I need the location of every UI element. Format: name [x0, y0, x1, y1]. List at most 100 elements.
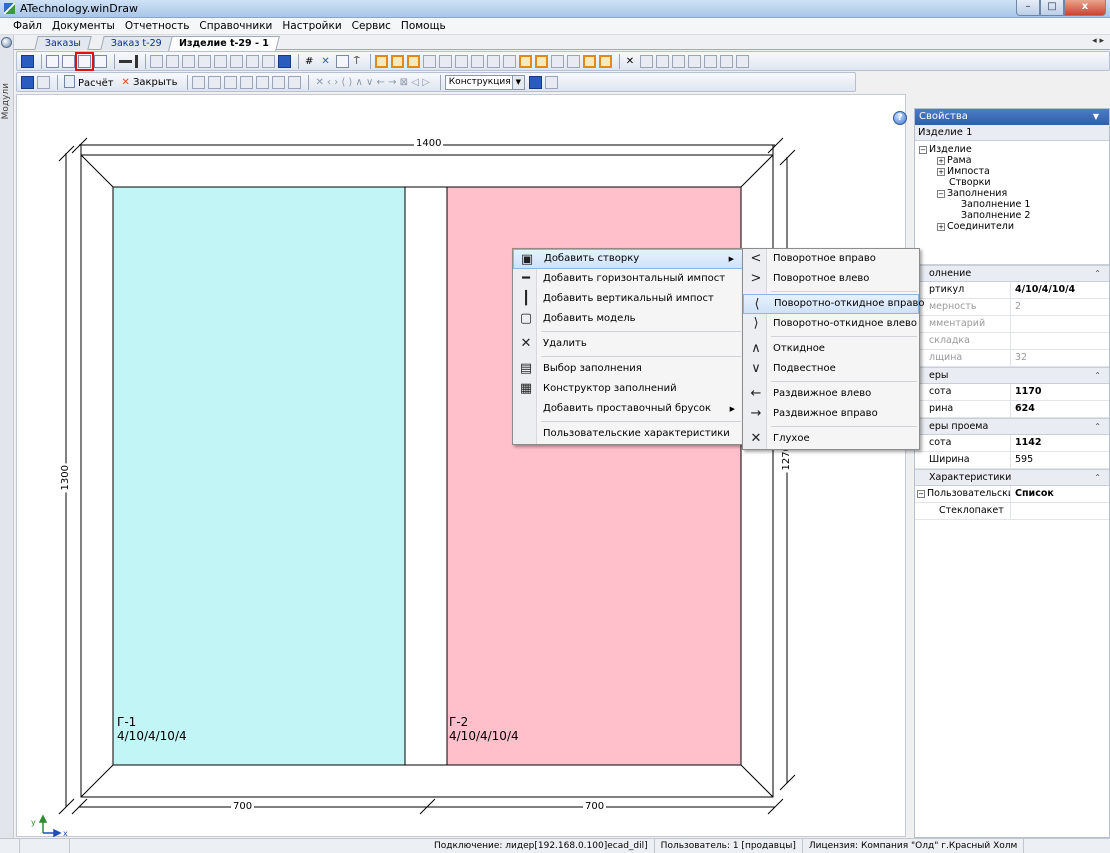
- prop-value[interactable]: 624: [1011, 401, 1109, 417]
- shape-tool-icon-5[interactable]: [736, 54, 750, 68]
- tree-node-imposts[interactable]: + Импоста: [937, 166, 990, 177]
- collapse-chevron-icon[interactable]: ⌃: [1094, 419, 1101, 435]
- menu-item-5[interactable]: ✕ Удалить: [513, 334, 743, 354]
- menu-documents[interactable]: Документы: [47, 20, 120, 32]
- dropdown-icon[interactable]: ▼: [1093, 109, 1099, 125]
- bracket-mid-tool-icon[interactable]: [182, 54, 195, 68]
- submenu-item-9[interactable]: ← Раздвижное влево: [743, 384, 919, 404]
- view-tool-icon[interactable]: [528, 75, 542, 89]
- menu-file[interactable]: Файл: [8, 20, 47, 32]
- frame-open-tool-icon[interactable]: [94, 54, 107, 68]
- modules-label[interactable]: Модули: [1, 83, 11, 119]
- prop-layout[interactable]: складка: [915, 333, 1109, 350]
- tree-node-sashes[interactable]: Створки: [949, 177, 991, 188]
- align-tool-icon-6[interactable]: [272, 75, 286, 89]
- tree-node-fill-2[interactable]: Заполнение 2: [961, 210, 1030, 221]
- submenu-item-10[interactable]: → Раздвижное вправо: [743, 404, 919, 424]
- arch-tool-icon[interactable]: [150, 54, 163, 68]
- prop-glass-unit[interactable]: Стеклопакет: [915, 503, 1109, 520]
- align-tool-icon-4[interactable]: [240, 75, 254, 89]
- layout-tool-icon-2[interactable]: [390, 54, 404, 68]
- bar-tool-icon[interactable]: [214, 54, 227, 68]
- forward-icon[interactable]: [37, 75, 50, 89]
- layout-tool-icon-1[interactable]: [374, 54, 388, 68]
- submenu-item-12[interactable]: ✕ Глухое: [743, 429, 919, 449]
- group-characteristics[interactable]: Характеристики ⌃: [915, 469, 1109, 486]
- layout-tool-icon-10[interactable]: [518, 54, 532, 68]
- menu-help[interactable]: Помощь: [396, 20, 451, 32]
- fill-1-label[interactable]: Г-1 4/10/4/10/4: [117, 715, 187, 743]
- menu-item-1[interactable]: ━ Добавить горизонтальный импост: [513, 269, 743, 289]
- collapse-icon[interactable]: −: [937, 190, 945, 198]
- arc-tool-icon[interactable]: [656, 54, 670, 68]
- submenu-item-6[interactable]: ∧ Откидное: [743, 339, 919, 359]
- expand-icon[interactable]: +: [937, 157, 945, 165]
- settings-tool-icon[interactable]: [544, 75, 558, 89]
- layout-tool-icon-11[interactable]: [534, 54, 548, 68]
- construction-select[interactable]: Конструкция ▼: [444, 74, 525, 90]
- group-sizes[interactable]: еры ⌃: [915, 367, 1109, 384]
- tab-orders[interactable]: Заказы: [34, 36, 92, 50]
- chevron-down-icon[interactable]: ▼: [511, 75, 524, 89]
- shape-tool-icon-1[interactable]: [672, 54, 686, 68]
- plus-tool-icon[interactable]: [335, 54, 349, 68]
- tabs-scroll-arrows[interactable]: ◂ ▸: [1092, 36, 1104, 46]
- layout-tool-icon-14[interactable]: [582, 54, 596, 68]
- group-fill[interactable]: олнение ⌃: [915, 265, 1109, 282]
- v-impost-tool-icon[interactable]: [135, 54, 138, 68]
- layout-tool-icon-3[interactable]: [406, 54, 420, 68]
- menu-item-8[interactable]: ▦ Конструктор заполнений: [513, 379, 743, 399]
- menu-item-11[interactable]: Пользовательские характеристики: [513, 424, 743, 444]
- tree-node-connectors[interactable]: + Соединители: [937, 221, 1014, 232]
- tab-order-t29[interactable]: Заказ t-29: [100, 36, 173, 50]
- pin-tool-icon[interactable]: ⍑: [354, 56, 360, 67]
- layout-tool-icon-15[interactable]: [598, 54, 612, 68]
- layout-tool-icon-7[interactable]: [470, 54, 484, 68]
- minimize-button[interactable]: –: [1016, 0, 1040, 16]
- collapse-icon[interactable]: −: [917, 490, 925, 498]
- prop-value[interactable]: 4/10/4/10/4: [1011, 282, 1109, 298]
- submenu-item-4[interactable]: ⟩ Поворотно-откидное влево: [743, 314, 919, 334]
- modules-orb-icon[interactable]: [1, 37, 12, 48]
- panel2-tool-icon[interactable]: [246, 54, 259, 68]
- align-tool-icon-3[interactable]: [224, 75, 238, 89]
- maximize-button[interactable]: □: [1040, 0, 1064, 16]
- double-frame-tool-icon[interactable]: [62, 54, 75, 68]
- prop-value[interactable]: 1142: [1011, 435, 1109, 451]
- group-opening-sizes[interactable]: еры проема ⌃: [915, 418, 1109, 435]
- collapse-chevron-icon[interactable]: ⌃: [1094, 266, 1101, 282]
- bracket-left-tool-icon[interactable]: [166, 54, 179, 68]
- layout-tool-icon-6[interactable]: [454, 54, 468, 68]
- prop-user-chars[interactable]: − Пользовательские Список: [915, 486, 1109, 503]
- expand-icon[interactable]: +: [937, 168, 945, 176]
- tree-node-frame[interactable]: + Рама: [937, 155, 972, 166]
- drawing-canvas[interactable]: ? 1400 1300 1270 700 700 Г-1 4/10/4/10/4…: [16, 94, 907, 838]
- align-tool-icon-1[interactable]: [192, 75, 206, 89]
- layout-tool-icon-4[interactable]: [422, 54, 436, 68]
- grid-tool-icon[interactable]: [262, 54, 275, 68]
- prop-opening-height[interactable]: сота 1142: [915, 435, 1109, 452]
- prop-value[interactable]: 595: [1011, 452, 1109, 468]
- tree-node-fill-1[interactable]: Заполнение 1: [961, 199, 1030, 210]
- prop-width[interactable]: рина 624: [915, 401, 1109, 418]
- shape-tool-icon-4[interactable]: [720, 54, 734, 68]
- collapse-chevron-icon[interactable]: ⌃: [1094, 470, 1101, 486]
- menu-item-3[interactable]: ▢ Добавить модель: [513, 309, 743, 329]
- layout-tool-icon-9[interactable]: [502, 54, 516, 68]
- menu-references[interactable]: Справочники: [194, 20, 277, 32]
- frame-tool-icon[interactable]: [21, 54, 34, 68]
- prop-height[interactable]: сота 1170: [915, 384, 1109, 401]
- rect-tool-icon[interactable]: [46, 54, 59, 68]
- calculate-button[interactable]: Расчёт: [64, 75, 114, 89]
- angle-tool-icon[interactable]: [640, 54, 654, 68]
- tree-node-fills[interactable]: − Заполнения: [937, 188, 1007, 199]
- menu-service[interactable]: Сервис: [347, 20, 396, 32]
- layout-tool-icon-5[interactable]: [438, 54, 452, 68]
- cross-color-tool-icon[interactable]: ✕: [321, 56, 329, 67]
- menu-item-9[interactable]: Добавить проставочный брусок ▶: [513, 399, 743, 419]
- prop-value[interactable]: [1011, 316, 1109, 332]
- close-window-button[interactable]: x: [1064, 0, 1106, 16]
- layout-tool-icon-8[interactable]: [486, 54, 500, 68]
- submenu-item-1[interactable]: > Поворотное влево: [743, 269, 919, 289]
- tab-product-t29-1[interactable]: Изделие t-29 - 1: [168, 36, 280, 51]
